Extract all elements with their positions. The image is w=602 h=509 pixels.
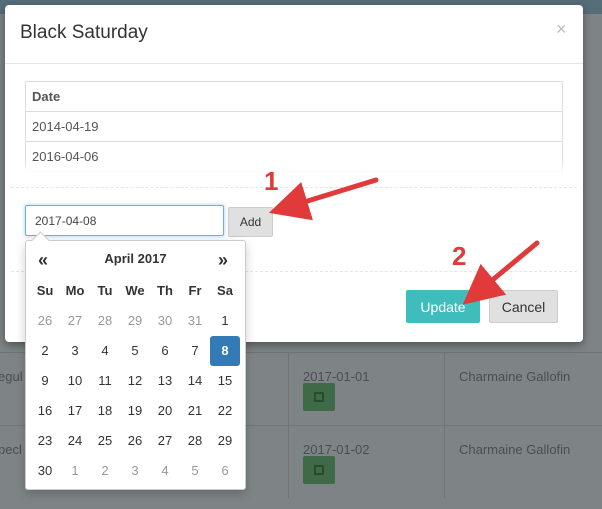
- annotation-overlay: [268, 177, 540, 305]
- annotation-arrow-1: [268, 177, 379, 221]
- annotation-number-2: 2: [452, 241, 467, 271]
- annotation-number-1: 1: [264, 166, 279, 196]
- annotation-arrow-2: [462, 240, 540, 305]
